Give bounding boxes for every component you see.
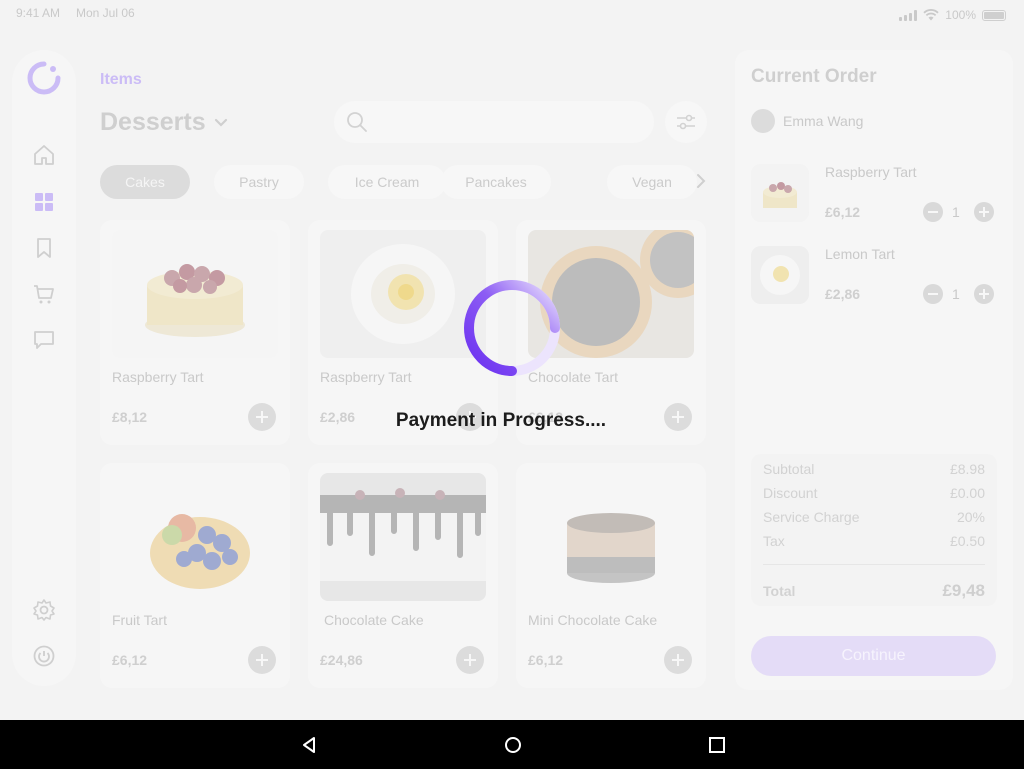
payment-overlay: Payment in Progress.... xyxy=(0,0,1024,720)
home-button-icon[interactable] xyxy=(504,736,522,754)
loading-spinner-icon xyxy=(464,280,560,376)
payment-status-text: Payment in Progress.... xyxy=(395,410,607,431)
back-icon[interactable] xyxy=(300,736,318,754)
system-nav-bar xyxy=(0,720,1024,769)
recents-icon[interactable] xyxy=(708,736,726,754)
